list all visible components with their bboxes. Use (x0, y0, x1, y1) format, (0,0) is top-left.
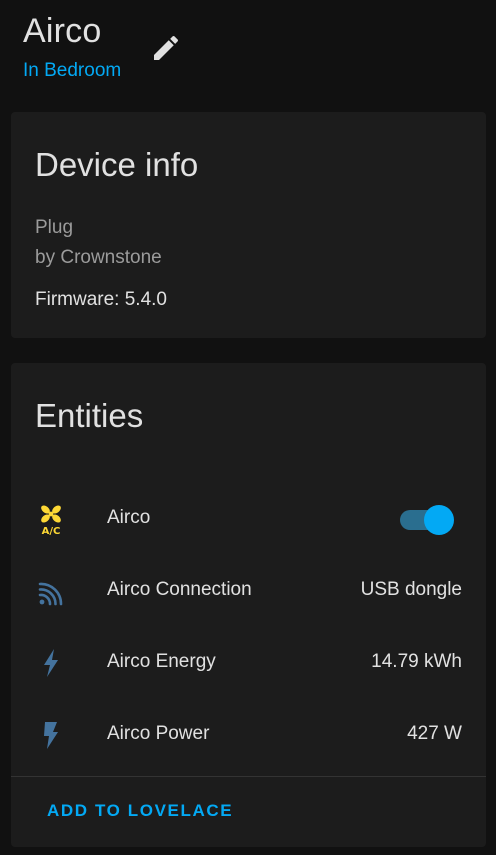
entity-state: 427 W (407, 723, 462, 744)
card-divider (11, 776, 486, 777)
entity-row-airco-energy[interactable]: Airco Energy 14.79 kWh (11, 635, 486, 691)
toggle-knob (424, 505, 454, 535)
power-flash-icon (44, 722, 58, 749)
signal-connection-icon (38, 582, 63, 606)
entity-name: Airco Energy (107, 651, 216, 672)
energy-flash-icon (44, 649, 58, 677)
device-info-title: Device info (35, 146, 199, 183)
entities-title: Entities (35, 397, 144, 434)
add-to-lovelace-button[interactable]: ADD TO LOVELACE (47, 801, 233, 821)
entity-row-airco-power[interactable]: Airco Power 427 W (11, 707, 486, 763)
area-link[interactable]: In Bedroom (23, 60, 121, 82)
pencil-icon[interactable] (150, 32, 182, 64)
entity-state: USB dongle (360, 579, 462, 600)
air-conditioner-icon: A/C (41, 505, 61, 535)
device-manufacturer: by Crownstone (35, 247, 162, 268)
entities-card: Entities A/C Airco Airco Connection USB … (11, 363, 486, 847)
entity-row-airco-connection[interactable]: Airco Connection USB dongle (11, 563, 486, 619)
svg-text:A/C: A/C (42, 526, 61, 535)
airco-toggle[interactable] (400, 503, 456, 535)
entity-name: Airco Power (107, 723, 210, 744)
entity-row-airco[interactable]: A/C Airco (11, 491, 486, 547)
device-info-card: Device info Plug by Crownstone Firmware:… (11, 112, 486, 338)
device-firmware: Firmware: 5.4.0 (35, 289, 167, 310)
entity-name: Airco (107, 507, 151, 528)
entity-state: 14.79 kWh (371, 651, 462, 672)
entity-name: Airco Connection (107, 579, 252, 600)
device-header: Airco In Bedroom (0, 0, 496, 100)
device-model: Plug (35, 217, 74, 238)
device-name: Airco (23, 12, 102, 50)
